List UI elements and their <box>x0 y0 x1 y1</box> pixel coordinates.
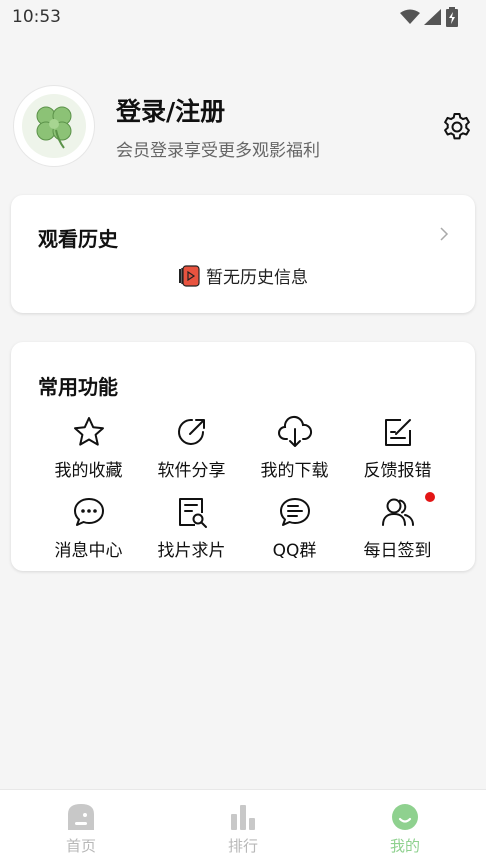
profile-header: 登录/注册 会员登录享受更多观影福利 <box>14 86 474 168</box>
daily-checkin-label: 每日签到 <box>363 541 432 561</box>
login-register-link[interactable]: 登录/注册 <box>116 92 225 128</box>
status-time: 10:53 <box>12 7 61 27</box>
chat-group-icon <box>279 498 310 526</box>
feedback-icon <box>384 419 411 446</box>
share-app-label: 软件分享 <box>157 461 226 481</box>
message-center-button[interactable]: 消息中心 <box>37 494 140 564</box>
avatar[interactable] <box>14 86 94 166</box>
search-document-icon <box>178 498 207 528</box>
favorites-button[interactable]: 我的收藏 <box>37 414 140 494</box>
daily-checkin-button[interactable]: 每日签到 <box>346 492 449 564</box>
wifi-icon <box>400 9 420 24</box>
nav-mine-label: 我的 <box>389 837 420 855</box>
cloud-download-icon <box>277 416 312 447</box>
signal-icon <box>424 9 441 25</box>
feedback-label: 反馈报错 <box>363 461 432 481</box>
nav-mine[interactable]: 我的 <box>345 790 465 856</box>
chevron-right-icon[interactable] <box>437 227 451 241</box>
notification-badge <box>425 492 435 502</box>
battery-icon <box>446 7 458 27</box>
favorites-label: 我的收藏 <box>54 461 123 481</box>
gear-icon <box>444 113 470 140</box>
star-icon <box>73 417 104 446</box>
message-center-label: 消息中心 <box>54 541 123 561</box>
clover-icon <box>36 106 72 149</box>
login-subtitle: 会员登录享受更多观影福利 <box>116 141 320 161</box>
settings-button[interactable] <box>440 110 474 144</box>
downloads-label: 我的下载 <box>260 461 329 481</box>
history-empty-text: 暂无历史信息 <box>206 268 308 288</box>
downloads-button[interactable]: 我的下载 <box>243 414 346 494</box>
home-icon <box>68 804 94 830</box>
share-app-button[interactable]: 软件分享 <box>140 414 243 494</box>
status-bar: 10:53 <box>0 0 486 34</box>
functions-title: 常用功能 <box>38 375 118 399</box>
request-movie-label: 找片求片 <box>157 541 226 561</box>
history-empty: 暂无历史信息 <box>11 263 475 288</box>
bottom-nav: 首页 排行 我的 <box>0 789 486 864</box>
functions-card: 常用功能 我的收藏 软件分享 我的下载 反馈报错 消息中心 找片求片 QQ群 每… <box>11 342 475 571</box>
feedback-button[interactable]: 反馈报错 <box>346 414 449 494</box>
users-icon <box>381 498 414 526</box>
history-title: 观看历史 <box>38 227 118 251</box>
nav-ranking[interactable]: 排行 <box>183 790 303 856</box>
nav-home-label: 首页 <box>65 837 96 855</box>
nav-home[interactable]: 首页 <box>21 790 141 856</box>
message-icon <box>73 498 104 526</box>
qq-group-label: QQ群 <box>272 541 317 561</box>
share-icon <box>177 418 205 445</box>
status-icons <box>400 7 458 27</box>
history-video-icon <box>179 264 200 287</box>
functions-grid: 我的收藏 软件分享 我的下载 反馈报错 消息中心 找片求片 QQ群 每日签到 <box>37 414 449 564</box>
bar-chart-icon <box>231 805 255 830</box>
nav-ranking-label: 排行 <box>227 837 258 855</box>
request-movie-button[interactable]: 找片求片 <box>140 494 243 564</box>
history-card[interactable]: 观看历史 暂无历史信息 <box>11 195 475 313</box>
qq-group-button[interactable]: QQ群 <box>243 494 346 564</box>
smile-icon <box>392 804 418 830</box>
